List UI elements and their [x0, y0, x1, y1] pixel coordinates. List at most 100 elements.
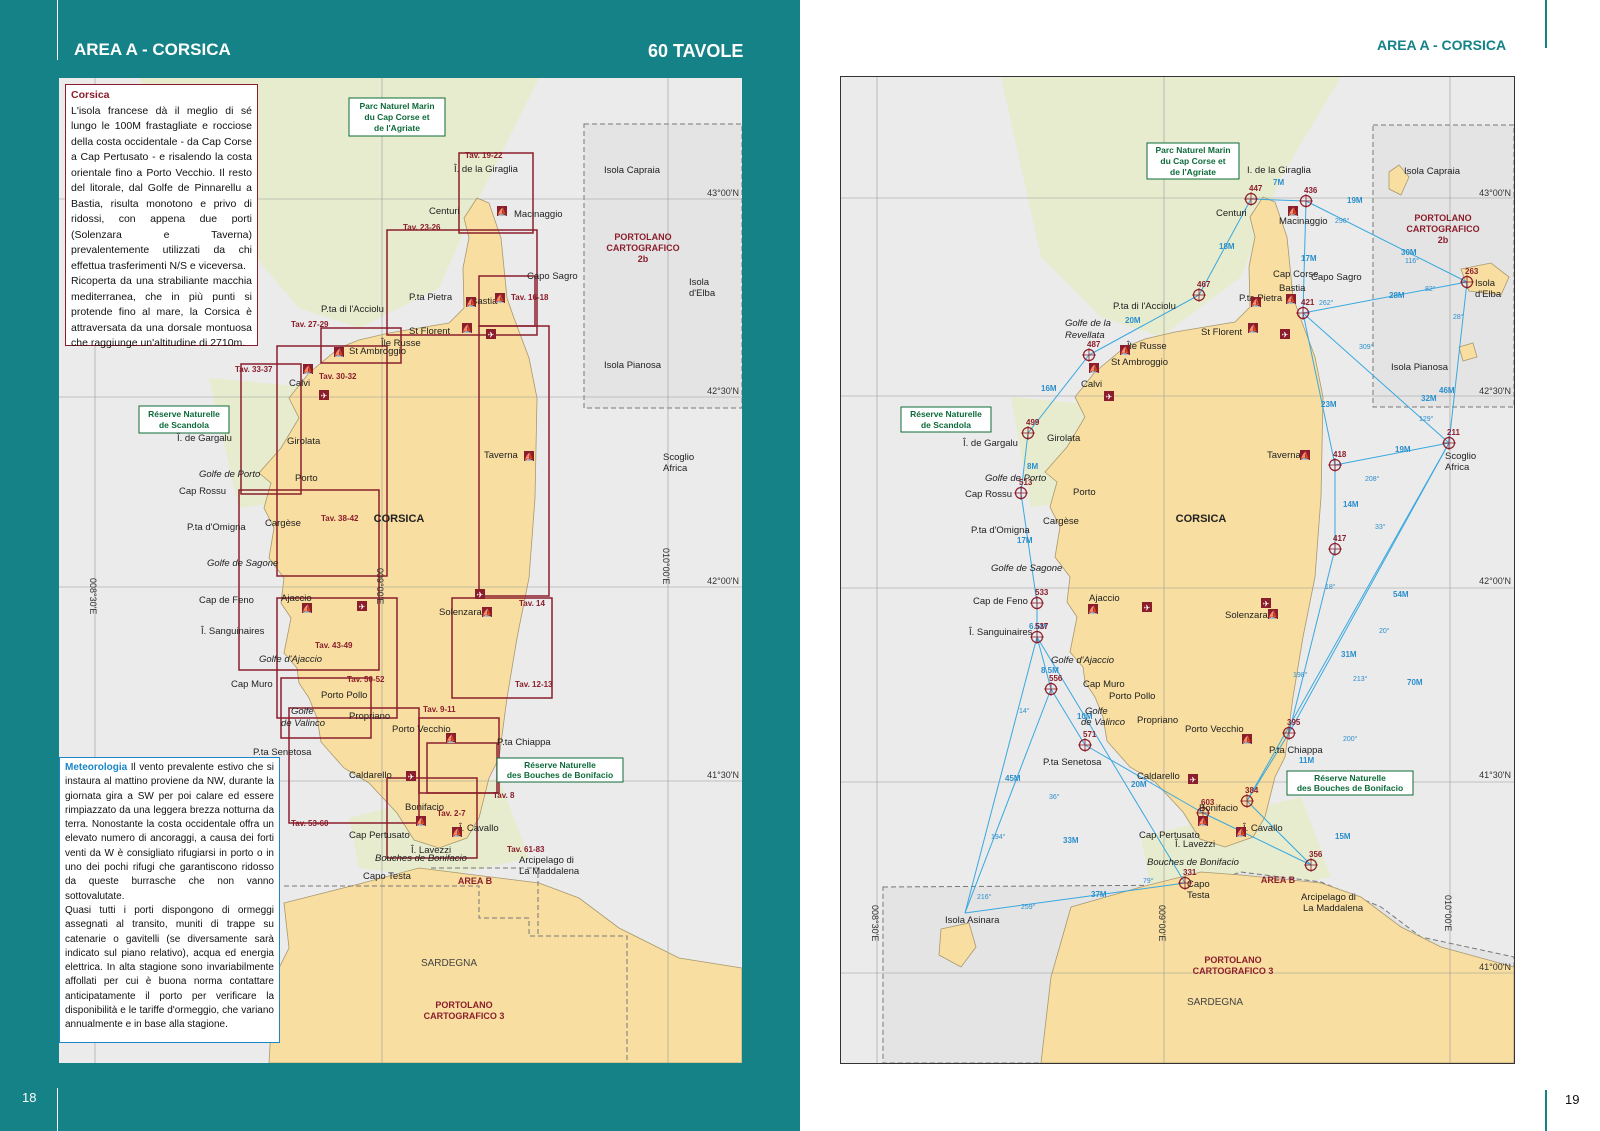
harbour-icon-1-glyph: ⛵	[466, 298, 476, 308]
place-la-maddalena: La Maddalena	[519, 866, 580, 877]
waypoint-label-263: 263	[1465, 267, 1479, 276]
park-label-cap-corse: Parc Naturel Marin du Cap Corse et de l'…	[1146, 142, 1240, 180]
harbour-icon-0-glyph: ⛵	[1288, 207, 1298, 217]
place-golfe-de-sagone: Golfe de Sagone	[991, 563, 1062, 574]
place-bouches-de-bonifacio: Bouches de Bonifacio	[375, 853, 467, 864]
harbour-icon-6-glyph: ⛵	[303, 365, 313, 375]
waypoint-label-418: 418	[1333, 450, 1347, 459]
waypoint-label-467: 467	[1197, 280, 1211, 289]
place-revellata: Revellata	[1065, 330, 1105, 341]
route-bearing-label-1: 116°	[1405, 257, 1419, 265]
place-caldarello: Caldarello	[349, 770, 392, 781]
harbour-icon-3-glyph: ⛵	[462, 324, 472, 334]
route-bearing-label-15: 194°	[991, 833, 1006, 841]
place-cavallo: Î. Cavallo	[458, 823, 499, 834]
place-girolata: Girolata	[287, 436, 321, 447]
tav-label-50-52: Tav. 50-52	[347, 675, 385, 684]
place-cap-muro: Cap Muro	[1083, 679, 1125, 690]
tav-label-27-29: Tav. 27-29	[291, 320, 329, 329]
harbour-icon-15-glyph: ⛵	[1198, 817, 1208, 827]
lon-label-10: 010°00'E	[1443, 895, 1453, 931]
route-bearing-label-4: 28°	[1453, 313, 1464, 321]
place-ajaccio: Ajaccio	[281, 593, 312, 604]
place-porto-vecchio: Porto Vecchio	[1185, 724, 1244, 735]
right-page-number: 19	[1565, 1092, 1580, 1107]
route-distance-label-21: 11M	[1299, 756, 1314, 765]
park-line-2: des Bouches de Bonifacio	[1297, 783, 1403, 793]
place-carg-se: Cargèse	[265, 518, 301, 529]
place-golfe-de-porto: Golfe de Porto	[985, 473, 1046, 484]
corsica-box-title: Corsica	[71, 89, 110, 101]
route-distance-label-7: 16M	[1041, 384, 1057, 393]
route-distance-label-20: 70M	[1407, 678, 1423, 687]
place-p-ta-di-l-acciolu: P.ta di l'Acciolu	[1113, 301, 1176, 312]
place-girolata: Girolata	[1047, 433, 1081, 444]
harbour-icon-6-glyph: ⛵	[1089, 364, 1099, 374]
lat-label-41-30: 41°30'N	[1479, 770, 1511, 780]
harbour-icon-2-glyph: ⛵	[495, 294, 505, 304]
route-distance-label-23: 45M	[1005, 774, 1021, 783]
harbour-icon-13-glyph: ⛵	[1242, 735, 1252, 745]
waypoint-label-436: 436	[1304, 186, 1318, 195]
harbour-icon-13-glyph: ⛵	[446, 734, 456, 744]
right-map: 7M 19M 18M 17M 30M 28M 20M 16M 23M 32M 46M 19M 14M 8M…	[840, 76, 1515, 1064]
portolano-3-line-2: CARTOGRAFICO 3	[424, 1011, 505, 1021]
waypoint-label-556: 556	[1049, 674, 1063, 683]
place-propriano: Propriano	[1137, 715, 1178, 726]
place-caldarello: Caldarello	[1137, 771, 1180, 782]
place-ajaccio: Ajaccio	[1089, 593, 1120, 604]
place-p-ta-pietra: P.ta Pietra	[409, 292, 453, 303]
waypoint-label-421: 421	[1301, 298, 1315, 307]
route-distance-label-9: 32M	[1421, 394, 1437, 403]
lat-label-41-30: 41°30'N	[707, 770, 739, 780]
place-capo-sagro: Capo Sagro	[527, 271, 578, 282]
harbour-icon-15-glyph: ⛵	[416, 817, 426, 827]
place-scoglio: Scoglio	[663, 452, 694, 463]
left-page: AREA A - CORSICA 60 TAVOLE 18 Tav. 19-22…	[0, 0, 800, 1131]
route-bearing-label-13: 200°	[1343, 735, 1358, 743]
route-bearing-label-17: 216°	[977, 893, 992, 901]
harbour-icon-8-glyph: ⛵	[524, 452, 534, 462]
route-bearing-label-6: 129°	[1419, 415, 1434, 423]
route-distance-label-11: 19M	[1395, 445, 1411, 454]
place-capo-sagro: Capo Sagro	[1311, 272, 1362, 283]
route-distance-label-4: 30M	[1401, 248, 1417, 257]
corsica-box-text: L'isola francese dà il meglio di sé lung…	[71, 104, 252, 272]
right-header-rule	[1545, 0, 1547, 48]
place-cavallo: Î. Cavallo	[1242, 823, 1283, 834]
place-porto-vecchio: Porto Vecchio	[392, 724, 451, 735]
park-label-bonifacio: Réserve Naturelle des Bouches de Bonifac…	[496, 757, 624, 783]
airport-icon-9-glyph: ✈	[477, 591, 484, 600]
corsica-label: CORSICA	[1176, 513, 1227, 525]
airport-icon-4-glyph: ✈	[488, 331, 495, 340]
waypoint-label-331: 331	[1183, 868, 1197, 877]
waypoint-label-417: 417	[1333, 534, 1347, 543]
tav-label-9-11: Tav. 9-11	[423, 705, 456, 714]
route-bearing-label-7: 208°	[1365, 475, 1380, 483]
place-cap-pertusato: Cap Pertusato	[349, 830, 410, 841]
place-la-maddalena: La Maddalena	[1303, 903, 1364, 914]
meteo-box-text: Il vento prevalente estivo che si instau…	[65, 762, 274, 902]
place-golfe-de-porto: Golfe de Porto	[199, 469, 260, 480]
tav-label-16-18: Tav. 16-18	[511, 293, 549, 302]
harbour-icon-3-glyph: ⛵	[1248, 324, 1258, 334]
place-calvi: Calvi	[1081, 379, 1102, 390]
place-golfe-de-la: Golfe de la	[1065, 318, 1111, 329]
place-capo-testa: Capo Testa	[363, 871, 412, 882]
left-page-number: 18	[22, 1090, 37, 1105]
place-d-elba: d'Elba	[1475, 289, 1502, 300]
place-macinaggio: Macinaggio	[514, 209, 563, 220]
right-map-svg: 7M 19M 18M 17M 30M 28M 20M 16M 23M 32M46M 19M 14M 8M…	[841, 77, 1514, 1063]
tav-label-33-37: Tav. 33-37	[235, 365, 273, 374]
route-distance-label-25: 37M	[1091, 890, 1107, 899]
sardegna-label: SARDEGNA	[421, 958, 477, 969]
lat-label-42: 42°00'N	[1479, 576, 1511, 586]
park-label-scandola: Réserve Naturelle de Scandola	[900, 406, 992, 433]
park-line-1: Réserve Naturelle	[910, 409, 982, 419]
waypoint-label-499: 499	[1026, 418, 1040, 427]
park-line-2: de Scandola	[921, 420, 971, 430]
tav-label-14: Tav. 14	[519, 599, 545, 608]
park-line-1: Réserve Naturelle	[1314, 773, 1386, 783]
place-capo: Capo	[1187, 879, 1210, 890]
route-bearing-label-0: 296°	[1335, 217, 1350, 225]
